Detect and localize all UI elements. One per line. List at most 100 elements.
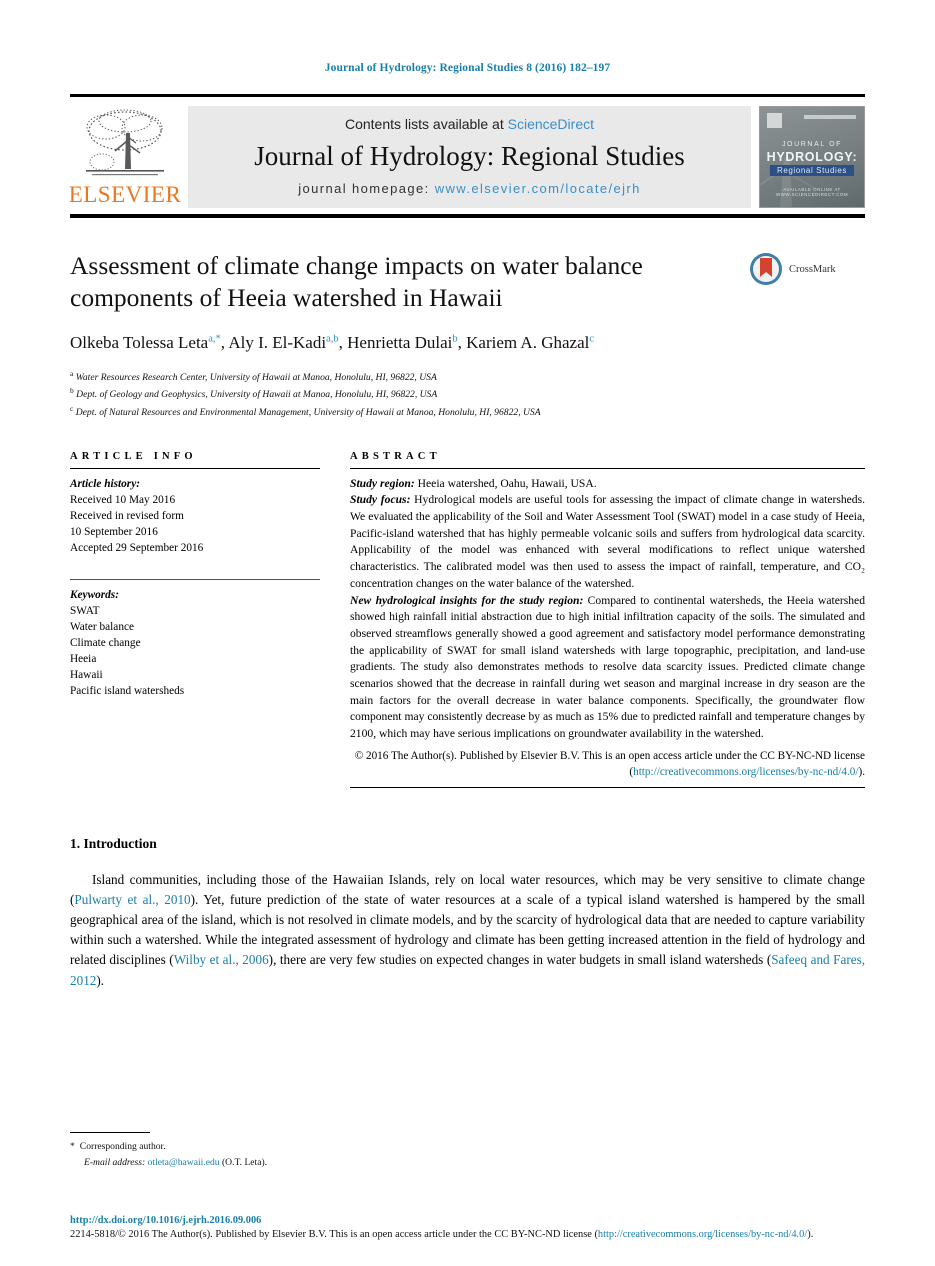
author-entry: Aly I. El-Kadia,b	[228, 333, 338, 352]
abstract-insights: New hydrological insights for the study …	[350, 593, 865, 743]
cc-license-link[interactable]: http://creativecommons.org/licenses/by-n…	[633, 766, 858, 778]
copyright-tail: ).	[858, 765, 865, 778]
email-label: E-mail address:	[84, 1156, 146, 1168]
abstract-heading: ABSTRACT	[350, 450, 441, 462]
corresponding-email-link[interactable]: otleta@hawaii.edu	[148, 1157, 220, 1168]
issn-prefix: 2214-5818/© 2016 The Author(s). Publishe…	[70, 1228, 598, 1240]
insights-label: New hydrological insights for the study …	[350, 593, 584, 607]
affiliation-item: c Dept. of Natural Resources and Environ…	[70, 403, 745, 421]
bottom-cc-license-link[interactable]: http://creativecommons.org/licenses/by-n…	[598, 1229, 807, 1240]
elsevier-tree-icon	[86, 109, 164, 176]
affiliation-list: a Water Resources Research Center, Unive…	[70, 368, 745, 421]
affiliation-mark: a	[70, 368, 74, 378]
journal-homepage-line: journal homepage: www.elsevier.com/locat…	[198, 181, 741, 196]
journal-masthead: ELSEVIER Contents lists available at Sci…	[68, 94, 865, 219]
sciencedirect-link[interactable]: ScienceDirect	[508, 116, 594, 132]
info-and-abstract: ARTICLE INFO Article history: Received 1…	[70, 450, 865, 789]
corresponding-text: Corresponding author.	[79, 1141, 166, 1153]
elsevier-wordmark: ELSEVIER	[68, 182, 182, 208]
history-item: Received in revised form	[70, 509, 184, 522]
history-item: 10 September 2016	[70, 525, 158, 538]
cover-journal-word: JOURNAL OF	[781, 141, 843, 148]
author-entry: Kariem A. Ghazalc	[466, 333, 594, 352]
issn-tail: ).	[807, 1228, 814, 1240]
abstract-bottom-rule	[350, 787, 865, 789]
affiliation-mark: b	[70, 386, 74, 396]
abstract-body: Study region: Heeia watershed, Oahu, Haw…	[350, 469, 865, 780]
affiliation-mark: c	[70, 404, 74, 414]
history-item: Received 10 May 2016	[70, 493, 176, 506]
introduction-heading: 1. Introduction	[70, 836, 157, 852]
running-head: Journal of Hydrology: Regional Studies 8…	[324, 62, 611, 74]
journal-title: Journal of Hydrology: Regional Studies	[254, 141, 685, 171]
elsevier-logo: ELSEVIER	[68, 106, 182, 208]
affiliation-text: Dept. of Natural Resources and Environme…	[75, 407, 541, 419]
keyword-item: Pacific island watersheds	[70, 685, 185, 698]
keyword-item: SWAT	[70, 604, 100, 617]
footnote-rule	[70, 1132, 150, 1134]
corresponding-author-note: * Corresponding author.	[70, 1139, 865, 1154]
journal-homepage-link[interactable]: www.elsevier.com/locate/ejrh	[435, 181, 641, 196]
affiliation-item: b Dept. of Geology and Geophysics, Unive…	[70, 385, 745, 403]
study-focus-label: Study focus:	[350, 493, 411, 507]
article-history-group: Article history: Received 10 May 2016 Re…	[70, 469, 320, 556]
keywords-label: Keywords:	[70, 588, 119, 601]
contents-prefix: Contents lists available at	[344, 116, 508, 132]
abstract-study-region: Study region: Heeia watershed, Oahu, Haw…	[350, 476, 865, 493]
email-note: E-mail address: otleta@hawaii.edu (O.T. …	[70, 1155, 865, 1170]
abstract-copyright: © 2016 The Author(s). Published by Elsev…	[350, 748, 865, 780]
footnotes-block: * Corresponding author. E-mail address: o…	[70, 1132, 865, 1170]
keyword-item: Climate change	[70, 636, 141, 649]
affiliation-text: Water Resources Research Center, Univers…	[75, 371, 437, 383]
paper-page: Journal of Hydrology: Regional Studies 8…	[0, 0, 935, 1266]
keywords-group: Keywords: SWAT Water balance Climate cha…	[70, 580, 320, 699]
cover-title-word: HYDROLOGY:	[766, 150, 858, 164]
author-name: Olkeba Tolessa Leta	[70, 333, 209, 353]
issn-copyright-line: 2214-5818/© 2016 The Author(s). Publishe…	[70, 1227, 865, 1242]
corresponding-star: *	[70, 1141, 75, 1153]
author-list: Olkeba Tolessa Letaa,*, Aly I. El-Kadia,…	[70, 333, 595, 353]
author-name: Henrietta Dulai	[347, 333, 453, 353]
article-info-column: ARTICLE INFO Article history: Received 1…	[70, 451, 320, 788]
cover-volume-line	[804, 115, 856, 119]
email-tail: (O.T. Leta).	[219, 1156, 268, 1168]
abstract-column: ABSTRACT Study region: Heeia watershed, …	[350, 450, 865, 789]
affiliation-text: Dept. of Geology and Geophysics, Univers…	[76, 389, 438, 401]
history-item: Accepted 29 September 2016	[70, 541, 204, 554]
article-history-label: Article history:	[70, 477, 140, 490]
crossmark-badge[interactable]: CrossMark	[749, 252, 865, 286]
author-name: Aly I. El-Kadi	[228, 333, 327, 353]
study-focus-text: Hydrological models are useful tools for…	[350, 493, 865, 590]
doi-link[interactable]: http://dx.doi.org/10.1016/j.ejrh.2016.09…	[70, 1215, 865, 1226]
study-region-text: Heeia watershed, Oahu, Hawaii, USA.	[414, 476, 597, 490]
contents-list-line: Contents lists available at ScienceDirec…	[198, 116, 741, 132]
author-marks: b	[452, 333, 458, 345]
crossmark-label: CrossMark	[789, 263, 836, 275]
affiliation-item: a Water Resources Research Center, Unive…	[70, 368, 745, 386]
author-name: Kariem A. Ghazal	[466, 333, 590, 353]
bottom-block: http://dx.doi.org/10.1016/j.ejrh.2016.09…	[70, 1215, 865, 1242]
page-title: Assessment of climate change impacts on …	[70, 251, 643, 313]
citation-link[interactable]: Wilby et al., 2006	[174, 952, 269, 967]
journal-band: Contents lists available at ScienceDirec…	[188, 106, 751, 209]
cover-elsevier-mark	[767, 113, 782, 128]
author-marks: c	[589, 333, 595, 345]
study-region-label: Study region:	[350, 476, 415, 490]
homepage-prefix: journal homepage:	[298, 181, 435, 197]
introduction-section: 1. Introduction Island communities, incl…	[70, 836, 865, 990]
author-entry: Henrietta Dulaib	[347, 333, 458, 352]
keyword-item: Water balance	[70, 620, 135, 633]
citation-link[interactable]: Pulwarty et al., 2010	[74, 892, 190, 907]
author-entry: Olkeba Tolessa Letaa,*	[70, 333, 221, 352]
keywords-block: Keywords: SWAT Water balance Climate cha…	[70, 572, 320, 699]
abstract-study-focus: Study focus: Hydrological models are use…	[350, 492, 865, 592]
keyword-item: Heeia	[70, 653, 97, 666]
cover-bottom-text: AVAILABLE ONLINE AT WWW.SCIENCEDIRECT.CO…	[775, 187, 849, 198]
journal-cover-thumbnail: JOURNAL OF HYDROLOGY: Regional Studies A…	[759, 106, 865, 209]
author-marks: a,b	[326, 333, 339, 345]
article-info-heading: ARTICLE INFO	[70, 450, 197, 462]
crossmark-icon	[750, 253, 782, 286]
insights-text: Compared to continental watersheds, the …	[350, 593, 865, 741]
introduction-paragraph: Island communities, including those of t…	[70, 872, 866, 988]
keyword-item: Hawaii	[70, 669, 103, 682]
